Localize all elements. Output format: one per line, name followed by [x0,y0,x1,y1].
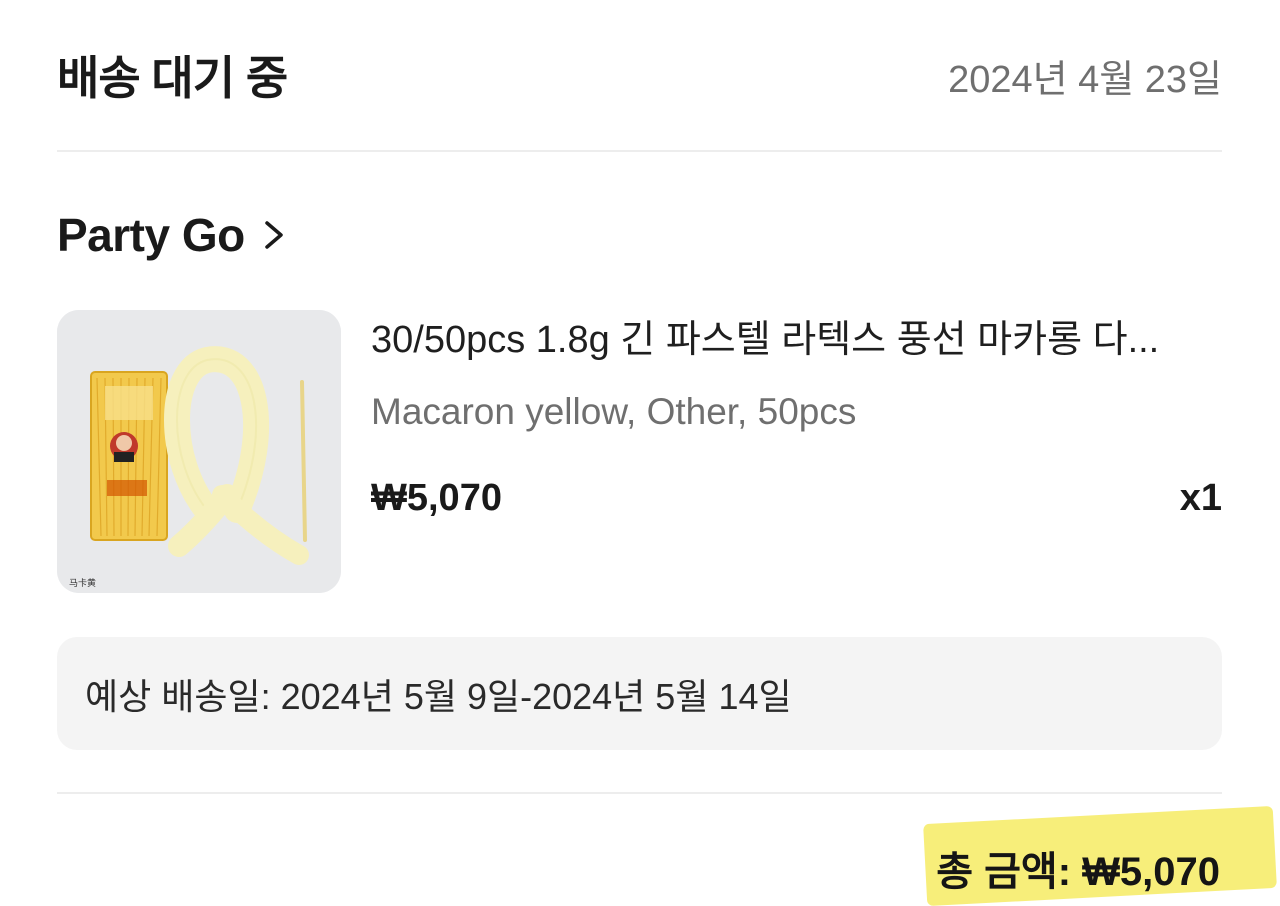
thumbnail-caption: 马卡黄 [69,577,96,589]
product-variant: Macaron yellow, Other, 50pcs [371,391,857,432]
order-date: 2024년 4월 23일 [948,58,1222,101]
order-header: 배송 대기 중 2024년 4월 23일 [57,40,1222,110]
store-link[interactable]: Party Go [57,200,289,270]
product-info[interactable]: 30/50pcs 1.8g 긴 파스텔 라텍스 풍선 마카롱 다... Maca… [371,310,1222,528]
product-title[interactable]: 30/50pcs 1.8g 긴 파스텔 라텍스 풍선 마카롱 다... [371,310,1222,370]
store-name: Party Go [57,209,245,261]
product-price: ₩5,070 [371,476,502,519]
estimated-delivery-text: 예상 배송일: 2024년 5월 9일-2024년 5월 14일 [85,675,792,717]
divider-bottom [57,792,1222,794]
chevron-right-icon [264,221,283,249]
total-amount: 총 금액: ₩5,070 [936,850,1220,894]
price-row: ₩5,070 x1 [371,468,1222,528]
divider-top [57,150,1222,152]
product-quantity: x1 [1179,476,1222,519]
order-status-title: 배송 대기 중 [57,52,288,104]
product-thumbnail[interactable]: 马卡黄 [57,310,341,593]
total-row: 총 금액: ₩5,070 [936,838,1220,898]
balloon-product-image: 马卡黄 [57,310,341,593]
estimated-delivery-box: 예상 배송일: 2024년 5월 9일-2024년 5월 14일 [57,637,1222,750]
